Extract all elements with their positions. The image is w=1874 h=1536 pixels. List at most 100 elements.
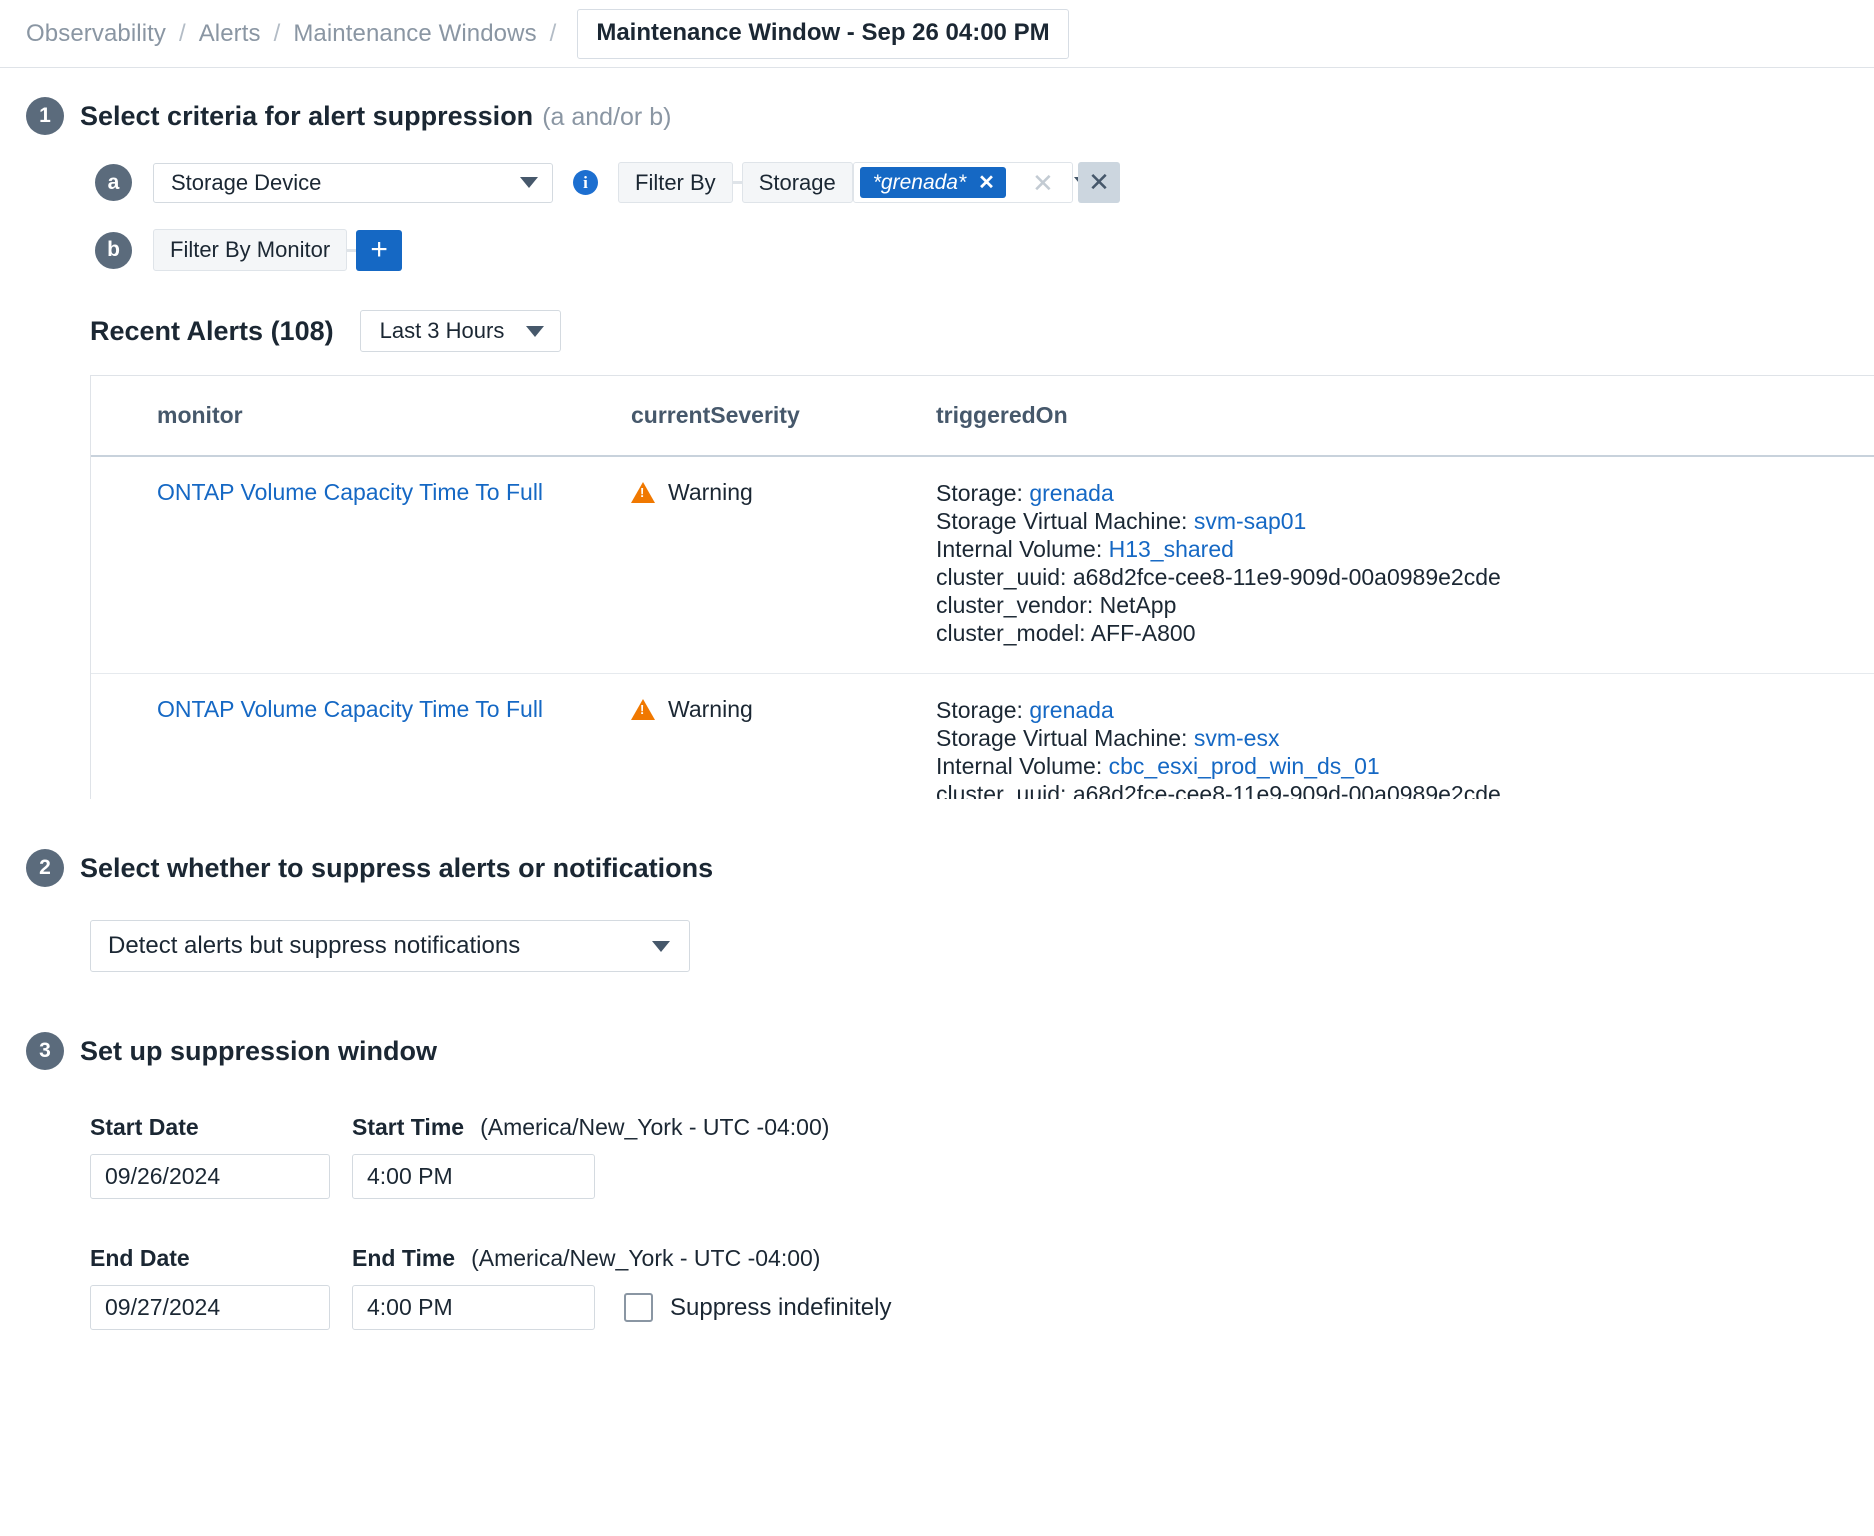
column-header-current-severity[interactable]: currentSeverity	[631, 376, 936, 456]
start-time-field-wrap	[352, 1154, 595, 1199]
cell-current-severity: Warning	[631, 674, 936, 799]
triggered-on-line: Storage Virtual Machine: svm-sap01	[936, 507, 1874, 535]
triggered-on-value[interactable]: H13_shared	[1109, 536, 1234, 562]
monitor-link[interactable]: ONTAP Volume Capacity Time To Full	[157, 696, 543, 722]
triggered-on-value: a68d2fce-cee8-11e9-909d-00a0989e2cde	[1073, 564, 1501, 590]
end-time-input[interactable]	[352, 1285, 595, 1330]
cell-triggered-on: Storage: grenadaStorage Virtual Machine:…	[936, 674, 1874, 799]
start-date-field-wrap	[90, 1154, 330, 1199]
info-icon[interactable]: i	[573, 170, 598, 195]
triggered-on-line: Storage: grenada	[936, 696, 1874, 724]
triggered-on-value: a68d2fce-cee8-11e9-909d-00a0989e2cde	[1073, 781, 1501, 799]
column-header-triggered-on[interactable]: triggeredOn	[936, 376, 1874, 456]
step1-subtitle: (a and/or b)	[542, 103, 671, 131]
start-labels-row: Start Date Start Time (America/New_York …	[90, 1114, 1874, 1141]
step3-badge: 3	[26, 1032, 64, 1070]
severity-badge: Warning	[631, 696, 936, 723]
breadcrumb-item-observability[interactable]: Observability	[26, 20, 166, 48]
entity-type-value: Storage Device	[171, 170, 321, 196]
chip-remove-icon[interactable]: ✕	[978, 173, 995, 193]
entity-type-select[interactable]: Storage Device	[153, 163, 553, 203]
cell-current-severity: Warning	[631, 456, 936, 674]
chevron-down-icon	[520, 177, 538, 188]
step3-title: Set up suppression window	[80, 1036, 437, 1067]
triggered-on-line: cluster_uuid: a68d2fce-cee8-11e9-909d-00…	[936, 563, 1874, 591]
triggered-on-label: Storage:	[936, 697, 1029, 723]
filter-group-a: Filter By Storage *grenada* ✕ ✕ ✕	[618, 162, 1120, 203]
triggered-on-line: cluster_vendor: NetApp	[936, 591, 1874, 619]
chevron-down-icon	[652, 941, 670, 952]
triggered-on-label: Internal Volume:	[936, 536, 1109, 562]
warning-triangle-icon	[631, 482, 655, 503]
triggered-on-label: cluster_uuid:	[936, 564, 1073, 590]
time-range-select[interactable]: Last 3 Hours	[360, 310, 562, 352]
triggered-on-value[interactable]: svm-esx	[1194, 725, 1280, 751]
chevron-down-icon	[526, 326, 544, 337]
triggered-on-value[interactable]: svm-sap01	[1194, 508, 1306, 534]
filter-value-token-field[interactable]: *grenada* ✕ ✕	[853, 162, 1073, 203]
start-date-input[interactable]	[90, 1154, 330, 1199]
table-row: ONTAP Volume Capacity Time To Full Warnin…	[91, 674, 1874, 799]
column-header-monitor[interactable]: monitor	[91, 376, 631, 456]
filter-attribute-button[interactable]: Storage	[742, 162, 853, 203]
step2-title: Select whether to suppress alerts or not…	[80, 853, 713, 884]
remove-criteria-button[interactable]: ✕	[1078, 162, 1120, 203]
cell-triggered-on: Storage: grenadaStorage Virtual Machine:…	[936, 456, 1874, 674]
table-body: ONTAP Volume Capacity Time To Full Warnin…	[91, 456, 1874, 799]
filter-by-button[interactable]: Filter By	[618, 162, 733, 203]
criteria-badge-b: b	[95, 232, 132, 269]
end-labels-row: End Date End Time (America/New_York - UT…	[90, 1245, 1874, 1272]
triggered-on-value[interactable]: grenada	[1029, 697, 1113, 723]
end-fields-row: Suppress indefinitely	[90, 1285, 1874, 1330]
page-body: 1 Select criteria for alert suppression(…	[0, 97, 1874, 1330]
table-header-row: monitor currentSeverity triggeredOn	[91, 376, 1874, 456]
filter-by-monitor-button[interactable]: Filter By Monitor	[153, 229, 347, 271]
start-timezone-label: (America/New_York - UTC -04:00)	[480, 1114, 829, 1141]
triggered-on-label: Storage Virtual Machine:	[936, 508, 1194, 534]
end-date-label: End Date	[90, 1245, 330, 1272]
triggered-on-value: AFF-A800	[1091, 620, 1196, 646]
suppress-indefinitely-checkbox[interactable]	[624, 1293, 653, 1322]
recent-alerts-table: monitor currentSeverity triggeredOn ONTA…	[91, 376, 1874, 799]
step1-header: 1 Select criteria for alert suppression(…	[0, 97, 1874, 135]
breadcrumb-bar: Observability / Alerts / Maintenance Win…	[0, 0, 1874, 68]
breadcrumb-item-alerts[interactable]: Alerts	[199, 20, 261, 48]
criteria-row-b: b Filter By Monitor +	[0, 229, 1874, 271]
severity-label: Warning	[668, 479, 753, 506]
step2-badge: 2	[26, 849, 64, 887]
table-row: ONTAP Volume Capacity Time To Full Warnin…	[91, 456, 1874, 674]
recent-alerts-header: Recent Alerts (108) Last 3 Hours	[0, 310, 1874, 352]
suppression-window-fields: Start Date Start Time (America/New_York …	[0, 1114, 1874, 1330]
recent-alerts-table-scroll[interactable]: monitor currentSeverity triggeredOn ONTA…	[90, 375, 1874, 799]
monitor-link[interactable]: ONTAP Volume Capacity Time To Full	[157, 479, 543, 505]
end-timezone-label: (America/New_York - UTC -04:00)	[471, 1245, 820, 1272]
triggered-on-value[interactable]: grenada	[1029, 480, 1113, 506]
time-range-value: Last 3 Hours	[380, 318, 505, 344]
triggered-on-label: cluster_uuid:	[936, 781, 1073, 799]
filter-value-chip[interactable]: *grenada* ✕	[860, 167, 1006, 198]
clear-icon[interactable]: ✕	[1026, 170, 1060, 196]
pill-connector	[733, 181, 742, 184]
triggered-on-line: Storage Virtual Machine: svm-esx	[936, 724, 1874, 752]
triggered-on-label: Internal Volume:	[936, 753, 1109, 779]
step1-badge: 1	[26, 97, 64, 135]
start-time-input[interactable]	[352, 1154, 595, 1199]
suppress-indefinitely-wrap[interactable]: Suppress indefinitely	[624, 1293, 891, 1322]
start-time-label: Start Time	[352, 1114, 464, 1141]
triggered-on-value[interactable]: cbc_esxi_prod_win_ds_01	[1109, 753, 1380, 779]
criteria-row-a: a Storage Device i Filter By Storage *gr…	[0, 162, 1874, 203]
suppress-indefinitely-label: Suppress indefinitely	[670, 1294, 891, 1322]
end-date-input[interactable]	[90, 1285, 330, 1330]
add-criteria-button[interactable]: +	[356, 230, 402, 271]
triggered-on-line: cluster_uuid: a68d2fce-cee8-11e9-909d-00…	[936, 780, 1874, 799]
filter-value-chip-label: *grenada*	[873, 171, 966, 195]
triggered-on-label: Storage:	[936, 480, 1029, 506]
criteria-badge-a: a	[95, 164, 132, 201]
suppression-mode-select[interactable]: Detect alerts but suppress notifications	[90, 920, 690, 972]
breadcrumb-separator: /	[179, 20, 186, 48]
breadcrumb-item-maintenance-windows[interactable]: Maintenance Windows	[293, 20, 536, 48]
start-fields-row	[90, 1154, 1874, 1199]
start-date-label: Start Date	[90, 1114, 330, 1141]
suppression-mode-value: Detect alerts but suppress notifications	[108, 932, 520, 960]
warning-triangle-icon	[631, 699, 655, 720]
